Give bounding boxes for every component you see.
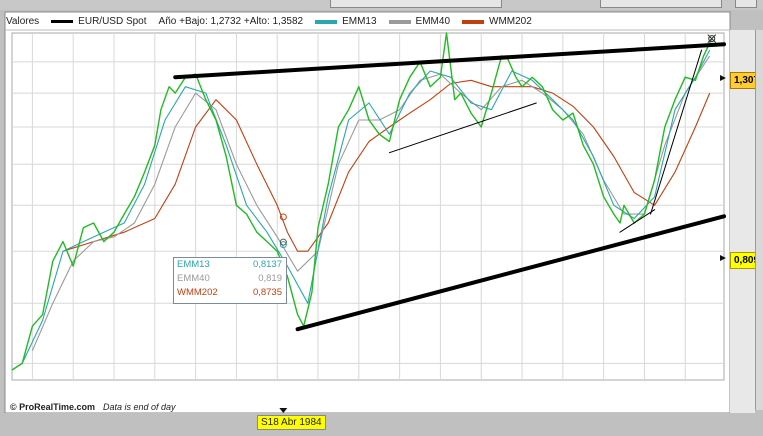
price-chart[interactable]: 0,60,70,80,911,11,21,3 19721974197619781… (0, 0, 763, 436)
legend-swatch-emm13 (315, 19, 338, 24)
cursor-date-flag: S18 Abr 1984 (257, 415, 326, 430)
ind-wmm202-label: WMM202 (177, 287, 218, 298)
x-axis-bar (0, 413, 755, 436)
chart-legend: Valores EUR/USD Spot Año +Bajo: 1,2732 +… (6, 13, 728, 30)
ind-wmm202-value: 0,8735 (252, 287, 282, 298)
legend-emm13: EMM13 (342, 16, 377, 27)
legend-series-name: EUR/USD Spot (78, 16, 147, 27)
ind-emm13-value: 0,8137 (252, 259, 282, 270)
plot-area (11, 32, 725, 381)
vertical-scrollbar[interactable] (755, 30, 763, 410)
legend-range: Año +Bajo: 1,2732 +Alto: 1,3582 (158, 16, 304, 27)
ind-emm13-label: EMM13 (177, 259, 210, 270)
legend-swatch-emm40 (388, 19, 411, 24)
indicator-values-box: EMM13 0,8137 EMM40 0,819 WMM202 0,8735 (173, 257, 287, 304)
legend-wmm202: WMM202 (489, 16, 532, 27)
ind-emm40-value: 0,819 (258, 273, 282, 284)
provider-logo: © ProRealTime.com (10, 402, 95, 412)
ind-emm40-label: EMM40 (177, 273, 210, 284)
legend-swatch-wmm202 (462, 19, 484, 24)
data-note: Data is end of day (103, 402, 176, 412)
chart-footer: © ProRealTime.com Data is end of day (10, 402, 176, 412)
legend-emm40: EMM40 (415, 16, 450, 27)
legend-axis-label: Valores (6, 16, 40, 27)
legend-swatch-price (51, 20, 74, 23)
